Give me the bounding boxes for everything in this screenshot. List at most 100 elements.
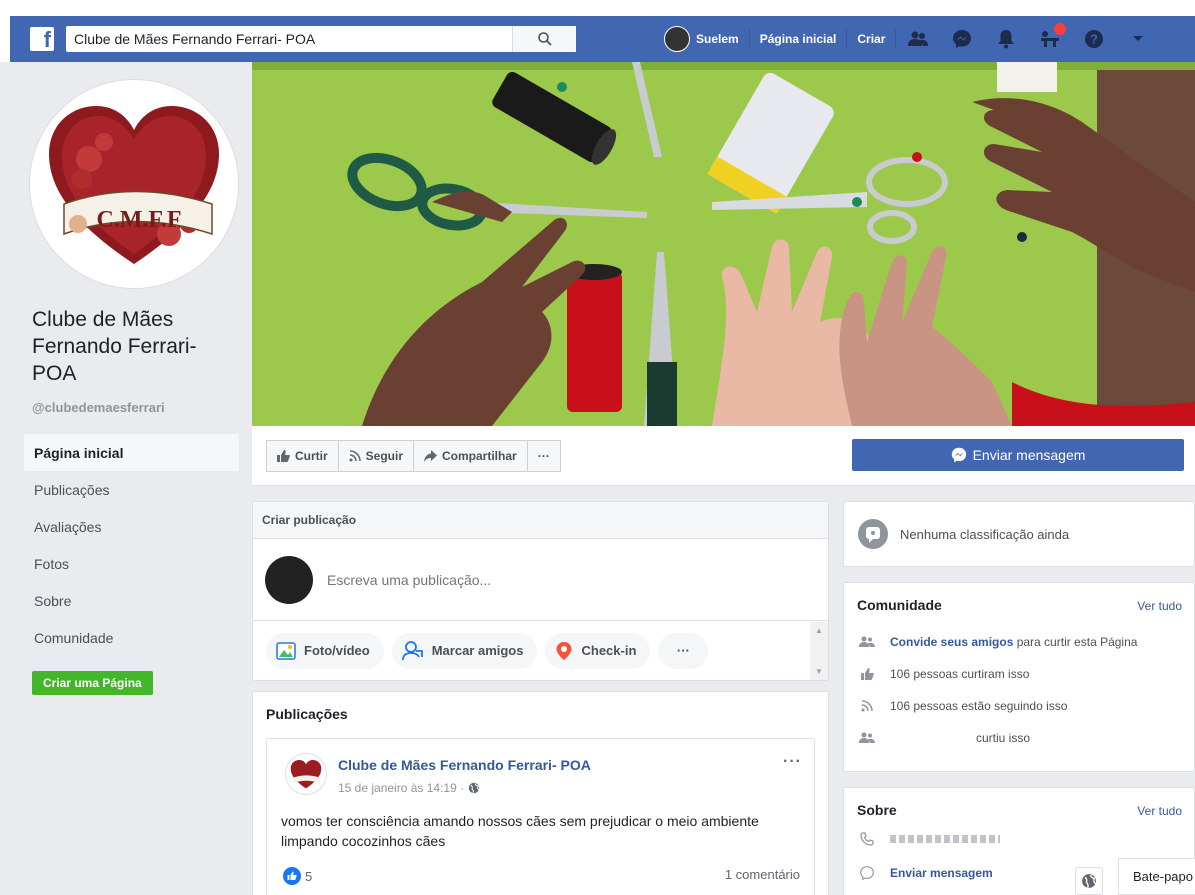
- svg-text:?: ?: [1090, 32, 1098, 47]
- notifications-bell-icon[interactable]: [996, 29, 1016, 49]
- composer-scrollbar[interactable]: ▲ ▼: [810, 622, 828, 680]
- page-profile-picture[interactable]: C.M.F.F: [30, 80, 238, 288]
- notification-badge: [1054, 23, 1067, 35]
- about-send-message-link[interactable]: Enviar mensagem: [890, 866, 993, 880]
- facebook-logo-icon[interactable]: f: [30, 27, 54, 51]
- sidebar-item-reviews[interactable]: Avaliações: [24, 508, 239, 545]
- account-menu-chevron-icon[interactable]: [1128, 29, 1148, 49]
- friend-requests-icon[interactable]: [908, 29, 929, 49]
- more-composer-options[interactable]: ···: [658, 632, 709, 669]
- thumbs-up-icon: [277, 450, 290, 462]
- pages-feed-icon[interactable]: [1040, 23, 1067, 49]
- create-post-header: Criar publicação: [253, 502, 828, 539]
- blurred-phone-number: [890, 835, 1000, 843]
- user-name: Suelem: [696, 32, 739, 46]
- photo-icon: [276, 641, 296, 660]
- friends-icon: [858, 732, 876, 744]
- logo-text: C.M.F.F: [96, 207, 181, 233]
- rating-card: Nenhuma classificação ainda: [843, 501, 1195, 567]
- messenger-icon[interactable]: [952, 29, 972, 49]
- phone-icon: [858, 832, 876, 846]
- tag-friends-button[interactable]: Marcar amigos: [391, 632, 538, 669]
- create-page-button[interactable]: Criar uma Página: [32, 671, 153, 695]
- sidebar-item-about[interactable]: Sobre: [24, 582, 239, 619]
- invite-friends-link[interactable]: Convide seus amigos: [890, 635, 1013, 649]
- home-link[interactable]: Página inicial: [750, 16, 847, 62]
- post-composer-input[interactable]: [327, 571, 777, 588]
- review-bubble-icon: [858, 519, 888, 549]
- thumbs-up-icon: [858, 668, 876, 680]
- community-invite-row: Convide seus amigos para curtir esta Pág…: [858, 635, 1137, 649]
- top-bar: f Suelem Página inicial Criar: [0, 0, 1195, 62]
- rss-follow-icon: [349, 450, 361, 462]
- more-actions-button[interactable]: ···: [526, 440, 561, 472]
- page-name[interactable]: Clube de Mães Fernando Ferrari- POA: [32, 306, 232, 387]
- follow-button[interactable]: Seguir: [337, 440, 415, 472]
- sidebar-item-photos[interactable]: Fotos: [24, 545, 239, 582]
- chat-tab[interactable]: Bate-papo: [1118, 858, 1195, 895]
- post-time-text: 15 de janeiro às 14:19 ·: [338, 781, 465, 795]
- invite-rest-text: para curtir esta Página: [1013, 635, 1138, 649]
- page-handle[interactable]: @clubedemaesferrari: [32, 400, 165, 415]
- create-post-card: Criar publicação Foto/vídeo Marcar amigo…: [252, 501, 829, 681]
- follows-total-text: 106 pessoas estão seguindo isso: [890, 699, 1068, 713]
- community-see-all-link[interactable]: Ver tudo: [1137, 599, 1182, 613]
- user-avatar: [664, 26, 690, 52]
- share-button[interactable]: Compartilhar: [413, 440, 528, 472]
- likes-count: 5: [305, 868, 313, 884]
- messenger-icon: [858, 866, 876, 880]
- scroll-up-arrow-icon[interactable]: ▲: [815, 626, 823, 635]
- about-see-all-link[interactable]: Ver tudo: [1137, 804, 1182, 818]
- post-item: Clube de Mães Fernando Ferrari- POA 15 d…: [266, 738, 815, 895]
- location-pin-icon: [556, 641, 572, 660]
- send-message-button[interactable]: Enviar mensagem: [852, 439, 1184, 471]
- post-reactions[interactable]: 5: [283, 867, 312, 885]
- share-label: Compartilhar: [442, 449, 517, 463]
- blue-navbar: f Suelem Página inicial Criar: [10, 16, 1195, 62]
- sidebar-item-community[interactable]: Comunidade: [24, 619, 239, 656]
- posts-title: Publicações: [266, 706, 348, 722]
- create-link[interactable]: Criar: [847, 16, 895, 62]
- posts-card: Publicações Clube de Mães Fernando Ferra…: [252, 691, 829, 895]
- search-icon: [537, 32, 552, 46]
- community-likes-row: 106 pessoas curtiram isso: [858, 667, 1029, 681]
- page-action-bar: Curtir Seguir Compartilhar ··· Enviar me…: [252, 426, 1195, 486]
- photo-video-label: Foto/vídeo: [304, 643, 370, 658]
- checkin-button[interactable]: Check-in: [545, 632, 651, 669]
- create-post-body: [253, 539, 828, 621]
- sidebar-item-posts[interactable]: Publicações: [24, 471, 239, 508]
- composer-actions: Foto/vídeo Marcar amigos Check-in ···: [253, 621, 828, 680]
- like-reaction-icon: [283, 867, 301, 885]
- help-icon[interactable]: ?: [1084, 29, 1104, 49]
- share-arrow-icon: [424, 450, 438, 462]
- photo-video-button[interactable]: Foto/vídeo: [266, 632, 384, 669]
- search-box: [66, 26, 576, 52]
- profile-link[interactable]: Suelem: [654, 16, 749, 62]
- action-buttons: Curtir Seguir Compartilhar ···: [266, 440, 561, 472]
- search-button[interactable]: [512, 26, 576, 52]
- send-message-label: Enviar mensagem: [972, 447, 1086, 463]
- checkin-label: Check-in: [581, 643, 637, 658]
- comments-count-link[interactable]: 1 comentário: [725, 867, 800, 882]
- search-input[interactable]: [66, 27, 512, 51]
- post-options-button[interactable]: ···: [783, 753, 802, 771]
- about-message-row: Enviar mensagem: [858, 866, 993, 880]
- scroll-down-arrow-icon[interactable]: ▼: [815, 667, 823, 676]
- sidebar-item-home[interactable]: Página inicial: [24, 434, 239, 471]
- post-author-avatar[interactable]: [285, 753, 327, 795]
- tag-friends-icon: [401, 640, 423, 660]
- friend-likes-text: curtiu isso: [976, 731, 1031, 745]
- post-timestamp[interactable]: 15 de janeiro às 14:19 ·: [338, 781, 480, 795]
- cmff-logo-heart-icon: [290, 759, 322, 789]
- community-title: Comunidade: [857, 597, 942, 613]
- post-author-name[interactable]: Clube de Mães Fernando Ferrari- POA: [338, 757, 591, 773]
- cmff-logo-heart-icon: C.M.F.F: [49, 106, 219, 264]
- rating-text: Nenhuma classificação ainda: [900, 526, 1070, 542]
- nav-right: Suelem Página inicial Criar ?: [654, 16, 1148, 62]
- tag-friends-label: Marcar amigos: [431, 643, 524, 658]
- like-button[interactable]: Curtir: [266, 440, 339, 472]
- language-globe-button[interactable]: [1075, 867, 1103, 895]
- left-sidebar: C.M.F.F Clube de Mães Fernando Ferrari- …: [0, 62, 250, 895]
- nav-divider: [895, 29, 897, 49]
- cover-photo[interactable]: [252, 62, 1195, 426]
